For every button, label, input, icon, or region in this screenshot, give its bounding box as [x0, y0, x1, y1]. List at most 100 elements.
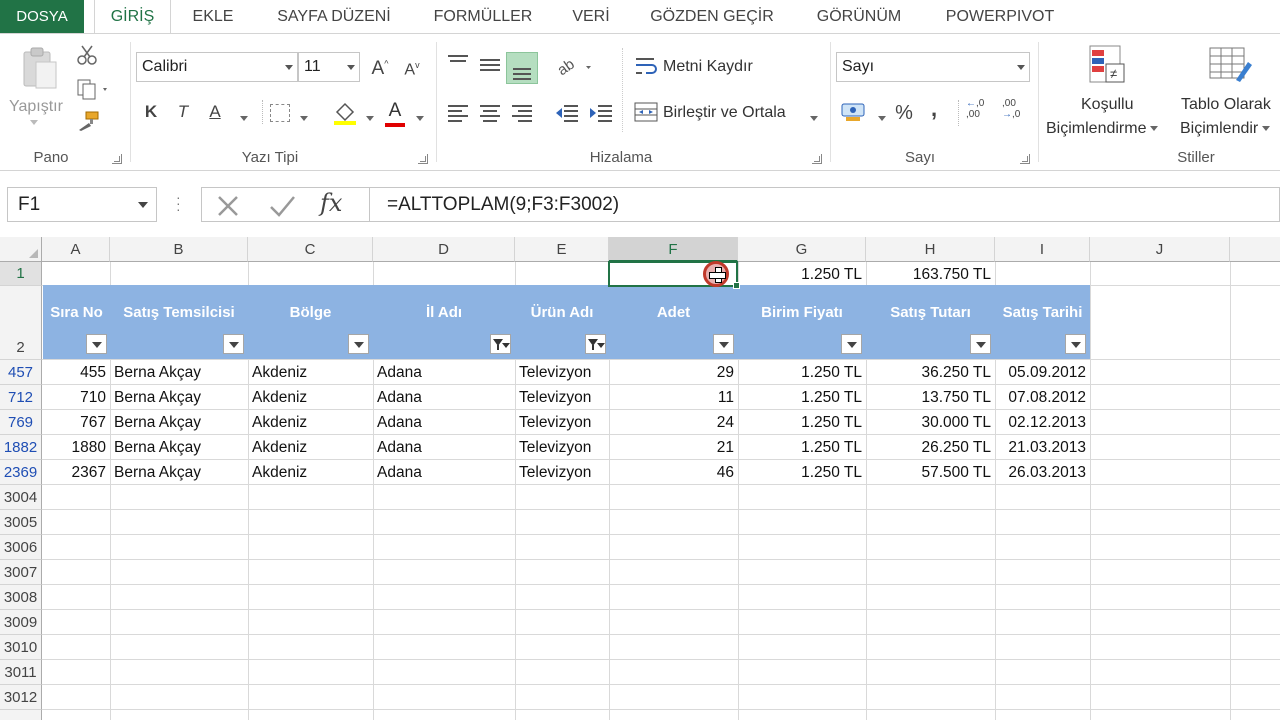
select-all-corner[interactable] [0, 237, 42, 262]
merge-dropdown[interactable] [806, 110, 818, 128]
cell-adet[interactable]: 21 [609, 435, 738, 460]
filter-button-il-adi[interactable] [490, 334, 511, 354]
align-middle-icon[interactable] [478, 54, 502, 74]
tab-home[interactable]: GİRİŞ [94, 0, 171, 34]
merge-center-icon[interactable] [634, 100, 658, 124]
row-header-3008[interactable]: 3008 [0, 585, 42, 610]
clipboard-launcher-icon[interactable] [112, 154, 122, 164]
column-header-a[interactable]: A [42, 237, 110, 262]
filter-button-birim-fiyati[interactable] [841, 334, 862, 354]
align-top-icon[interactable] [446, 52, 470, 72]
cell-satis-tarihi[interactable]: 21.03.2013 [995, 435, 1090, 460]
cell-adet[interactable]: 11 [609, 385, 738, 410]
cell-satis-tutari[interactable]: 13.750 TL [866, 385, 995, 410]
cell-satis-temsilcisi[interactable]: Berna Akçay [110, 410, 248, 435]
filter-button-satis-tutari[interactable] [970, 334, 991, 354]
decrease-font-icon[interactable]: Av [400, 60, 424, 79]
cell-satis-temsilcisi[interactable]: Berna Akçay [110, 385, 248, 410]
cell-satis-tutari[interactable]: 36.250 TL [866, 360, 995, 385]
tab-page-layout[interactable]: SAYFA DÜZENİ [262, 0, 406, 33]
filter-button-sira-no[interactable] [86, 334, 107, 354]
filter-button-satis-temsilcisi[interactable] [223, 334, 244, 354]
insert-function-icon[interactable]: fx [320, 189, 342, 217]
cell-bolge[interactable]: Akdeniz [248, 410, 373, 435]
column-header-c[interactable]: C [248, 237, 373, 262]
cell-urun-adi[interactable]: Televizyon [515, 410, 609, 435]
tab-data[interactable]: VERİ [560, 0, 622, 33]
cell-satis-temsilcisi[interactable]: Berna Akçay [110, 435, 248, 460]
cell-satis-tarihi[interactable]: 26.03.2013 [995, 460, 1090, 485]
formula-input[interactable]: =ALTTOPLAM(9;F3:F3002) [369, 187, 1280, 222]
align-right-icon[interactable] [510, 102, 534, 124]
column-header-e[interactable]: E [515, 237, 609, 262]
row-header-3012[interactable]: 3012 [0, 685, 42, 710]
cut-icon[interactable] [76, 44, 98, 66]
wrap-text-button[interactable]: Metni Kaydır [663, 58, 753, 76]
cell-sira-no[interactable]: 455 [43, 360, 110, 385]
underline-dropdown[interactable] [236, 110, 248, 128]
row-header-3004[interactable]: 3004 [0, 485, 42, 510]
cell-urun-adi[interactable]: Televizyon [515, 460, 609, 485]
align-bottom-icon[interactable] [506, 52, 538, 84]
row-header-3005[interactable]: 3005 [0, 510, 42, 535]
fill-color-icon[interactable] [332, 100, 358, 126]
tab-powerpivot[interactable]: POWERPIVOT [930, 0, 1070, 33]
column-header-h[interactable]: H [866, 237, 995, 262]
conditional-formatting-line1[interactable]: Koşullu [1081, 96, 1133, 114]
currency-dropdown[interactable] [874, 110, 886, 128]
orientation-icon[interactable]: ab [554, 54, 596, 79]
font-color-dropdown[interactable] [412, 110, 424, 128]
font-size-select[interactable]: 11 [298, 52, 360, 82]
decrease-decimal-icon[interactable]: ,00 →,0 [1002, 98, 1030, 126]
row-header-1[interactable]: 1 [0, 262, 42, 286]
cell-adet[interactable]: 24 [609, 410, 738, 435]
filter-button-bolge[interactable] [348, 334, 369, 354]
comma-button[interactable]: , [924, 96, 944, 122]
paste-dropdown[interactable] [30, 120, 38, 125]
cell-sira-no[interactable]: 710 [43, 385, 110, 410]
cell-satis-tarihi[interactable]: 02.12.2013 [995, 410, 1090, 435]
font-color-icon[interactable]: A [384, 100, 406, 127]
cell-satis-temsilcisi[interactable]: Berna Akçay [110, 460, 248, 485]
tab-review[interactable]: GÖZDEN GEÇİR [636, 0, 788, 33]
increase-font-icon[interactable]: A^ [368, 58, 392, 80]
cell-g1[interactable]: 1.250 TL [738, 262, 866, 287]
filter-button-adet[interactable] [713, 334, 734, 354]
align-left-icon[interactable] [446, 102, 470, 124]
column-header-g[interactable]: G [738, 237, 866, 262]
cell-sira-no[interactable]: 1880 [43, 435, 110, 460]
cell-h1[interactable]: 163.750 TL [866, 262, 995, 287]
tab-formulas[interactable]: FORMÜLLER [420, 0, 546, 33]
tab-file[interactable]: DOSYA [0, 0, 84, 33]
column-header-j[interactable]: J [1090, 237, 1230, 262]
copy-icon[interactable] [76, 78, 110, 100]
cell-adet[interactable]: 29 [609, 360, 738, 385]
increase-decimal-icon[interactable]: ←,0,00 [966, 98, 994, 126]
cell-birim-fiyati[interactable]: 1.250 TL [738, 385, 866, 410]
cell-satis-tutari[interactable]: 57.500 TL [866, 460, 995, 485]
row-header-3007[interactable]: 3007 [0, 560, 42, 585]
bold-button[interactable]: K [140, 102, 162, 122]
row-header-2[interactable]: 2 [0, 286, 42, 360]
cell-bolge[interactable]: Akdeniz [248, 385, 373, 410]
cell-il-adi[interactable]: Adana [373, 385, 515, 410]
merge-center-button[interactable]: Birleştir ve Ortala [663, 104, 786, 122]
align-center-icon[interactable] [478, 102, 502, 124]
cell-satis-tutari[interactable]: 30.000 TL [866, 410, 995, 435]
cell-il-adi[interactable]: Adana [373, 435, 515, 460]
font-name-select[interactable]: Calibri [136, 52, 298, 82]
currency-icon[interactable] [840, 100, 870, 124]
filter-button-urun-adi[interactable] [585, 334, 606, 354]
cell-birim-fiyati[interactable]: 1.250 TL [738, 435, 866, 460]
wrap-text-icon[interactable] [634, 54, 658, 78]
underline-button[interactable]: A [204, 102, 226, 122]
borders-dropdown[interactable] [296, 110, 308, 128]
worksheet-grid[interactable]: A B C D E F G H I J 1 2 457 712 769 1882… [0, 237, 1280, 720]
cell-urun-adi[interactable]: Televizyon [515, 435, 609, 460]
cell-satis-tutari[interactable]: 26.250 TL [866, 435, 995, 460]
row-header-partial[interactable] [0, 710, 42, 720]
number-format-select[interactable]: Sayı [836, 52, 1030, 82]
conditional-formatting-button[interactable]: Biçimlendirme [1046, 120, 1159, 138]
paste-button[interactable] [20, 46, 60, 92]
fill-handle[interactable] [733, 282, 740, 289]
